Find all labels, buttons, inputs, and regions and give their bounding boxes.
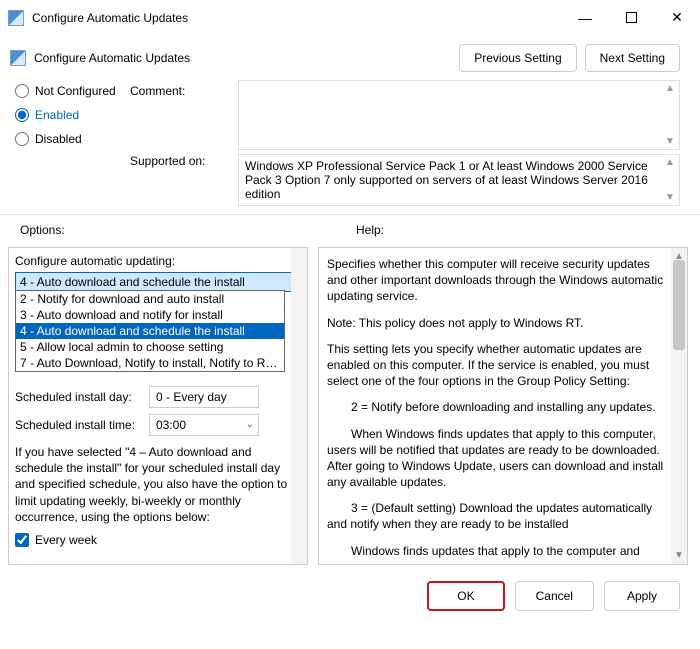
radio-label: Enabled xyxy=(35,108,79,122)
options-panel: Configure automatic updating: 4 - Auto d… xyxy=(8,247,308,565)
close-icon xyxy=(671,9,683,26)
every-week-checkbox-row[interactable]: Every week xyxy=(15,533,301,547)
dropdown-list: 2 - Notify for download and auto install… xyxy=(15,290,285,372)
radio-label: Not Configured xyxy=(35,84,116,98)
help-label: Help: xyxy=(356,223,384,237)
radio-input-enabled[interactable] xyxy=(15,108,29,122)
install-day-label: Scheduled install day: xyxy=(15,390,143,404)
policy-icon xyxy=(8,10,24,26)
radio-enabled[interactable]: Enabled xyxy=(15,108,130,122)
dropdown-item[interactable]: 7 - Auto Download, Notify to install, No… xyxy=(16,355,284,371)
scroll-up-icon[interactable]: ▲ xyxy=(663,157,677,168)
previous-setting-button[interactable]: Previous Setting xyxy=(459,44,576,72)
dropdown-selected-value: 4 - Auto download and schedule the insta… xyxy=(20,275,245,289)
scroll-down-icon[interactable]: ▼ xyxy=(663,192,677,203)
supported-on-text: Windows XP Professional Service Pack 1 o… xyxy=(238,154,680,206)
options-label: Options: xyxy=(20,223,340,237)
next-setting-button[interactable]: Next Setting xyxy=(585,44,680,72)
help-paragraph: Note: This policy does not apply to Wind… xyxy=(327,315,667,331)
install-time-value: 03:00 xyxy=(156,418,186,432)
help-scrollbar[interactable]: ▲ ▼ xyxy=(671,248,687,564)
radio-input-disabled[interactable] xyxy=(15,132,29,146)
divider xyxy=(0,214,700,215)
install-day-value: 0 - Every day xyxy=(156,390,227,404)
maximize-icon xyxy=(626,12,637,23)
ok-button[interactable]: OK xyxy=(427,581,504,611)
help-paragraph: 2 = Notify before downloading and instal… xyxy=(327,399,667,415)
scrollbar-thumb[interactable] xyxy=(673,260,685,350)
configure-updating-dropdown[interactable]: 4 - Auto download and schedule the insta… xyxy=(15,272,301,292)
minimize-button[interactable] xyxy=(562,0,608,36)
install-time-dropdown[interactable]: 03:00 ⌄ xyxy=(149,414,259,436)
close-button[interactable] xyxy=(654,0,700,36)
scroll-down-icon[interactable]: ▼ xyxy=(663,136,677,147)
cancel-button[interactable]: Cancel xyxy=(515,581,594,611)
header-row: Configure Automatic Updates Previous Set… xyxy=(0,36,700,80)
radio-label: Disabled xyxy=(35,132,82,146)
every-week-label: Every week xyxy=(35,533,97,547)
help-paragraph: 3 = (Default setting) Download the updat… xyxy=(327,500,667,532)
policy-icon xyxy=(10,50,26,66)
supported-on-label: Supported on: xyxy=(130,154,230,206)
dropdown-item[interactable]: 3 - Auto download and notify for install xyxy=(16,307,284,323)
help-paragraph: Windows finds updates that apply to the … xyxy=(327,543,667,559)
radio-input-not-configured[interactable] xyxy=(15,84,29,98)
minimize-icon xyxy=(578,10,592,26)
configure-updating-label: Configure automatic updating: xyxy=(15,254,301,268)
supported-on-value: Windows XP Professional Service Pack 1 o… xyxy=(245,159,648,201)
titlebar: Configure Automatic Updates xyxy=(0,0,700,36)
dropdown-item[interactable]: 2 - Notify for download and auto install xyxy=(16,291,284,307)
options-note-text: If you have selected "4 – Auto download … xyxy=(15,444,301,525)
maximize-button[interactable] xyxy=(608,0,654,36)
header-title: Configure Automatic Updates xyxy=(34,51,190,65)
install-time-label: Scheduled install time: xyxy=(15,418,143,432)
help-paragraph: When Windows finds updates that apply to… xyxy=(327,426,667,491)
apply-button[interactable]: Apply xyxy=(604,581,680,611)
help-paragraph: Specifies whether this computer will rec… xyxy=(327,256,667,305)
dropdown-item-selected[interactable]: 4 - Auto download and schedule the insta… xyxy=(16,323,284,339)
help-panel: Specifies whether this computer will rec… xyxy=(318,247,688,565)
dropdown-item[interactable]: 5 - Allow local admin to choose setting xyxy=(16,339,284,355)
scroll-up-icon[interactable]: ▲ xyxy=(663,83,677,94)
scroll-down-icon[interactable]: ▼ xyxy=(674,549,684,563)
comment-input[interactable]: ▲ ▼ xyxy=(238,80,680,150)
radio-disabled[interactable]: Disabled xyxy=(15,132,130,146)
options-scrollbar[interactable] xyxy=(291,248,307,564)
comment-label: Comment: xyxy=(130,80,230,150)
install-day-dropdown[interactable]: 0 - Every day xyxy=(149,386,259,408)
help-paragraph: This setting lets you specify whether au… xyxy=(327,341,667,390)
chevron-down-icon: ⌄ xyxy=(246,419,254,430)
every-week-checkbox[interactable] xyxy=(15,533,29,547)
radio-not-configured[interactable]: Not Configured xyxy=(15,84,130,98)
window-title: Configure Automatic Updates xyxy=(32,11,188,25)
